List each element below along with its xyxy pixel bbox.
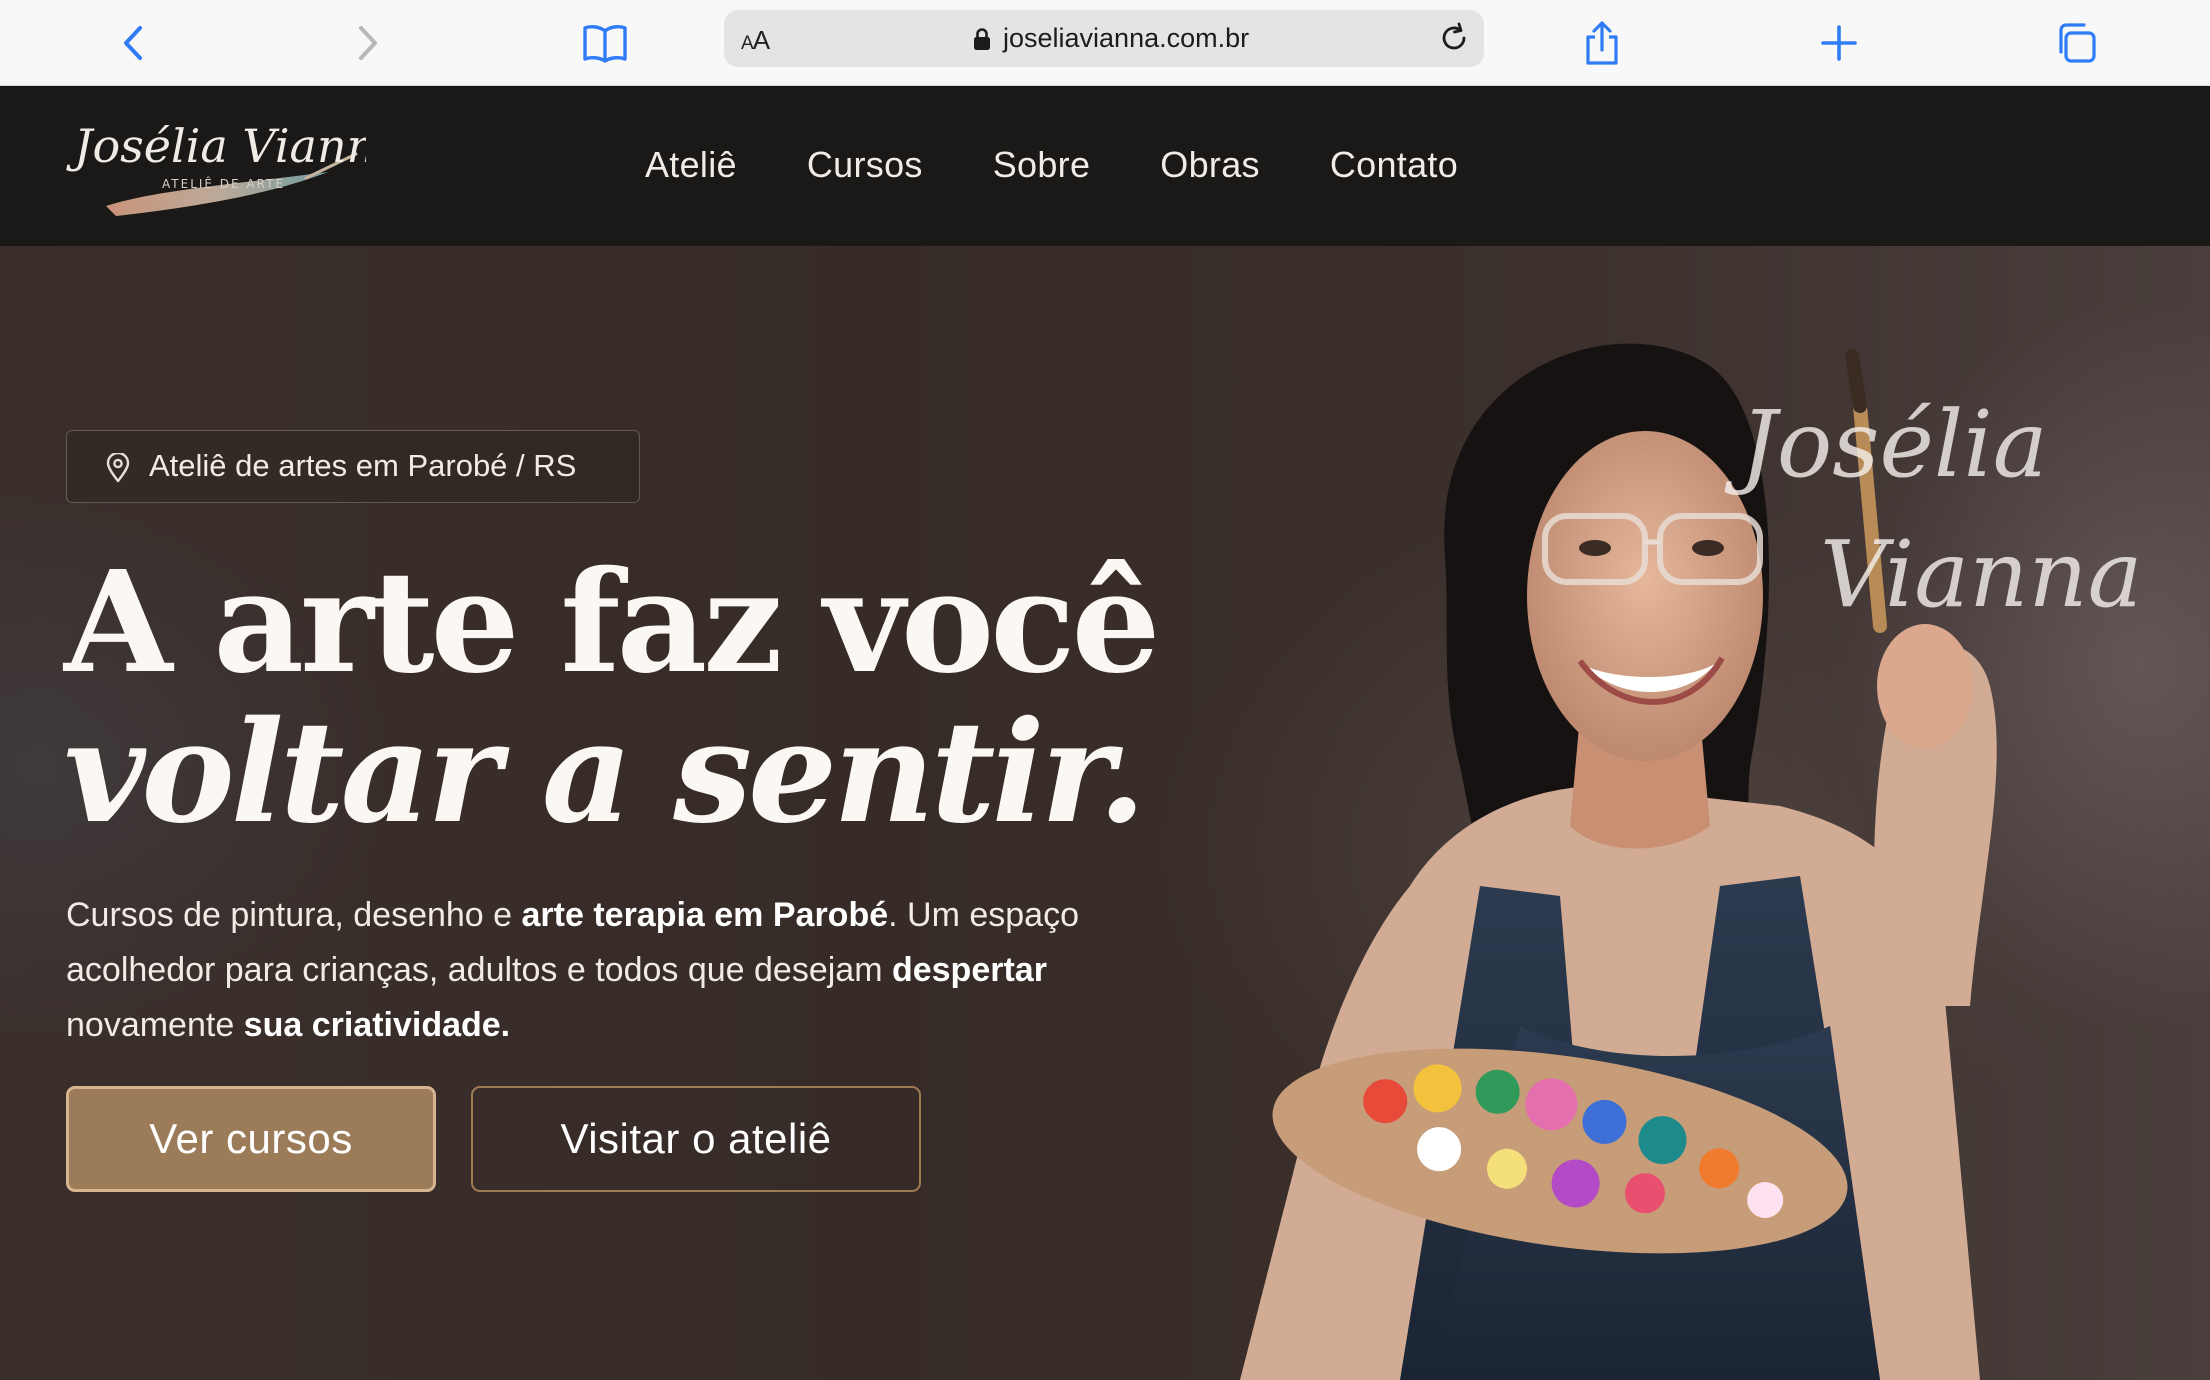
bookmarks-icon[interactable] <box>575 13 635 73</box>
forward-icon[interactable] <box>338 13 398 73</box>
artist-photo: Josélia Vianna <box>1240 343 2142 1380</box>
signature-line1: Josélia <box>1724 391 2048 498</box>
lock-icon <box>972 27 992 56</box>
new-tab-icon[interactable] <box>1809 13 1869 73</box>
main-nav: Ateliê Cursos Sobre Obras Contato <box>645 144 1528 186</box>
site-logo[interactable]: Josélia Vianna ATELIÊ DE ARTE <box>66 100 404 232</box>
location-text: Ateliê de artes em Parobé / RS <box>149 448 577 483</box>
reader-text-size-button[interactable]: AA <box>741 25 770 56</box>
address-bar[interactable]: AA joseliavianna.com.br <box>724 10 1484 67</box>
browser-toolbar: AA joseliavianna.com.br <box>0 0 2210 86</box>
nav-contato[interactable]: Contato <box>1330 144 1458 186</box>
hero-headline: A arte faz você voltar a sentir. <box>64 541 1161 855</box>
ver-cursos-button[interactable]: Ver cursos <box>66 1086 436 1192</box>
logo-tagline: ATELIÊ DE ARTE <box>162 176 285 191</box>
logo-script: Josélia Vianna <box>66 119 366 173</box>
desc-bold-1: arte terapia em Parobé <box>521 896 889 934</box>
tabs-icon[interactable] <box>2046 13 2106 73</box>
nav-cursos[interactable]: Cursos <box>807 144 923 186</box>
url-text: joseliavianna.com.br <box>1003 23 1250 53</box>
desc-part-1: Cursos de pintura, desenho e <box>66 896 522 934</box>
desc-part-3: novamente <box>66 1006 244 1044</box>
map-pin-icon <box>105 451 131 488</box>
page: AA joseliavianna.com.br Josélia Vian ATE… <box>0 0 2210 1380</box>
visitar-atelie-button[interactable]: Visitar o ateliê <box>471 1086 921 1192</box>
nav-atelie[interactable]: Ateliê <box>645 144 737 186</box>
hero-description: Cursos de pintura, desenho e arte terapi… <box>66 888 1106 1053</box>
back-icon[interactable] <box>103 13 163 73</box>
location-badge: Ateliê de artes em Parobé / RS <box>66 430 640 503</box>
desc-bold-2: despertar <box>891 951 1047 989</box>
headline-line-2: voltar a sentir. <box>64 691 1146 855</box>
nav-obras[interactable]: Obras <box>1160 144 1260 186</box>
share-icon[interactable] <box>1572 13 1632 73</box>
aa-small: A <box>741 33 754 54</box>
signature-line2: Vianna <box>1820 521 2142 628</box>
desc-bold-3: sua criatividade. <box>243 1006 511 1044</box>
aa-big: A <box>752 25 770 55</box>
nav-sobre[interactable]: Sobre <box>993 144 1091 186</box>
headline-line-1: A arte faz você <box>64 541 1161 705</box>
reload-icon[interactable] <box>1436 20 1472 61</box>
